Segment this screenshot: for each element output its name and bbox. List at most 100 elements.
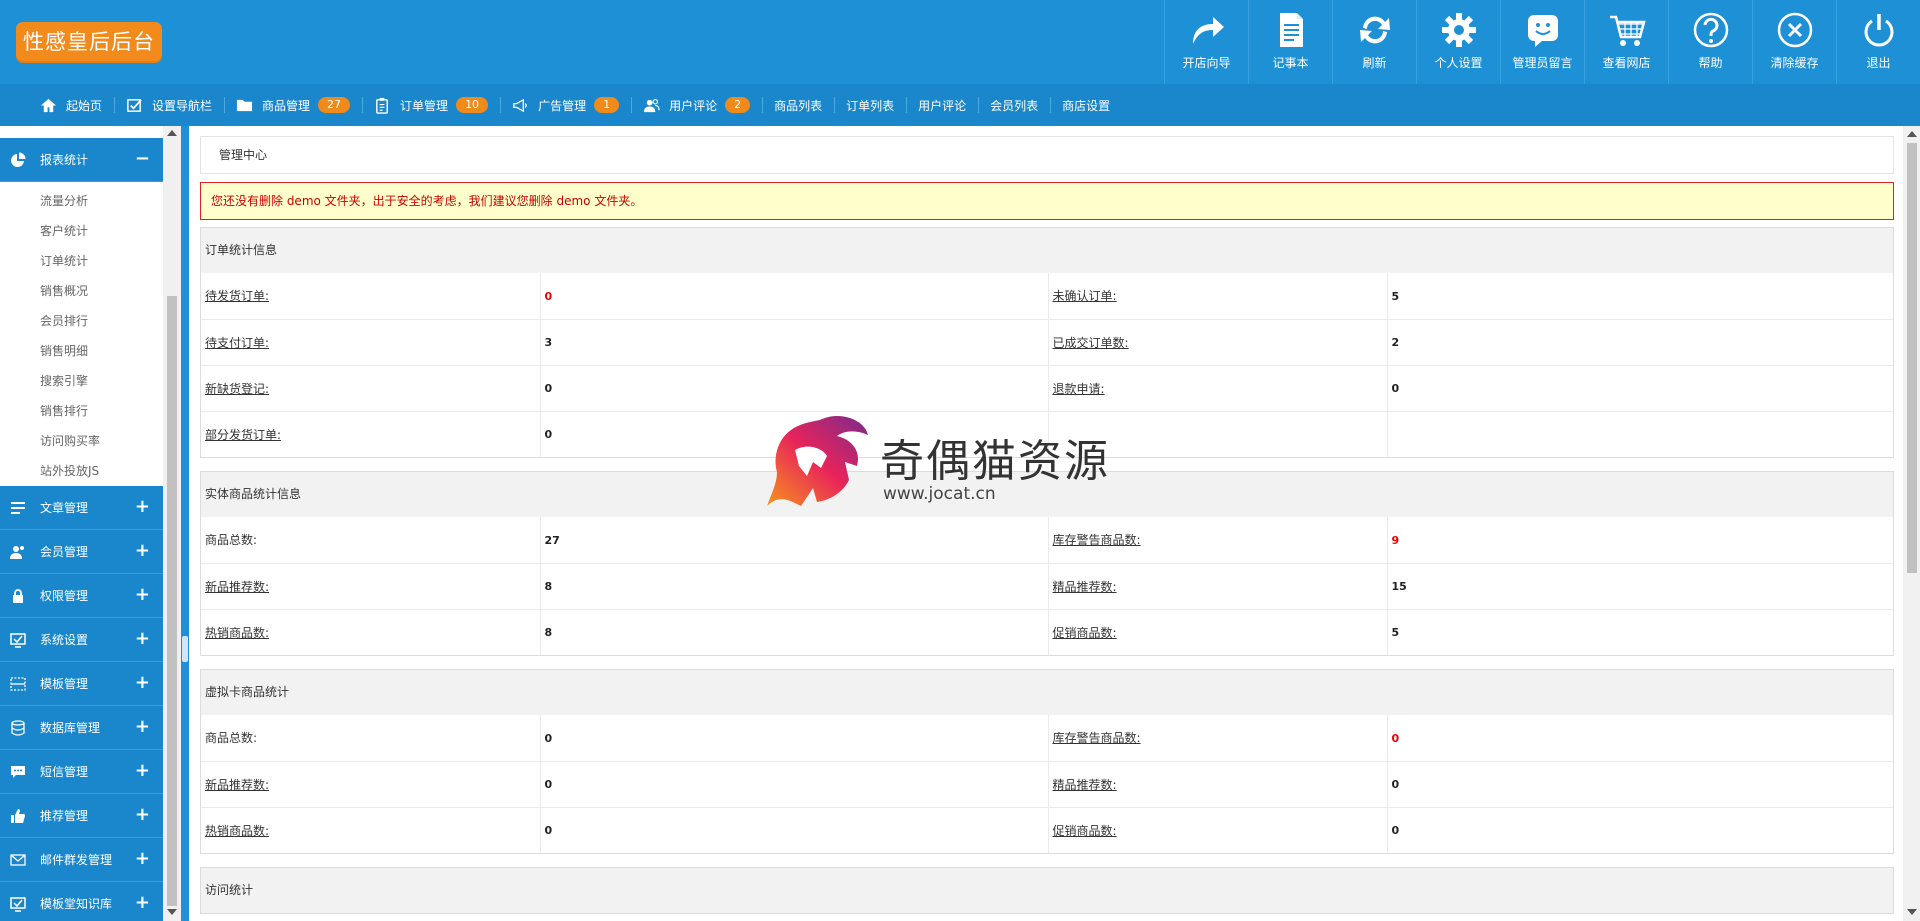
admin-message-label: 管理员留言 — [1512, 56, 1573, 70]
sidebar-section-articles[interactable]: 文章管理 + — [0, 486, 164, 530]
table-row: 热销商品数: 0 促销商品数: 0 — [201, 806, 1893, 853]
nav-set-navbar[interactable]: 设置导航栏 — [114, 84, 224, 126]
stat-link[interactable]: 促销商品数: — [1053, 626, 1117, 640]
nav-comments[interactable]: 用户评论 2 — [631, 84, 762, 126]
nav-link-goods-list[interactable]: 商品列表 — [762, 84, 834, 126]
stat-link[interactable]: 热销商品数: — [205, 626, 269, 640]
sidebar-splitter[interactable] — [181, 126, 189, 921]
expand-toggle[interactable]: + — [135, 805, 150, 825]
sidebar-sub-list: 流量分析 客户统计 订单统计 销售概况 会员排行 销售明细 搜索引擎 销售排行 … — [0, 182, 164, 486]
setup-wizard-button[interactable]: 开店向导 — [1164, 0, 1248, 84]
sidebar-item-visit-purchase-rate[interactable]: 访问购买率 — [0, 426, 164, 456]
main-scrollbar[interactable] — [1903, 126, 1920, 921]
sidebar-section-knowledge-base[interactable]: 模板堂知识库 + — [0, 882, 164, 921]
sidebar-section-recommend[interactable]: 推荐管理 + — [0, 794, 164, 838]
clear-cache-button[interactable]: 清除缓存 — [1752, 0, 1836, 84]
help-button[interactable]: 帮助 — [1668, 0, 1752, 84]
sidebar-section-sms-label: 短信管理 — [40, 765, 89, 779]
sidebar-scrollbar[interactable] — [163, 126, 181, 921]
notepad-button[interactable]: 记事本 — [1248, 0, 1332, 84]
main-scroll-thumb[interactable] — [1907, 143, 1917, 573]
stat-link[interactable]: 热销商品数: — [205, 824, 269, 838]
refresh-button[interactable]: 刷新 — [1332, 0, 1416, 84]
nav-link-member-list[interactable]: 会员列表 — [978, 84, 1050, 126]
stat-link[interactable]: 部分发货订单: — [205, 428, 281, 442]
stat-link[interactable]: 未确认订单: — [1053, 289, 1117, 303]
table-row: 待支付订单: 3 已成交订单数: 2 — [201, 318, 1893, 365]
nav-orders[interactable]: 订单管理 10 — [362, 84, 500, 126]
stat-link[interactable]: 促销商品数: — [1053, 824, 1117, 838]
sidebar-section-templates[interactable]: 模板管理 + — [0, 662, 164, 706]
sidebar-item-traffic-analysis[interactable]: 流量分析 — [0, 186, 164, 216]
sidebar-item-customer-stats[interactable]: 客户统计 — [0, 216, 164, 246]
sidebar-item-order-stats[interactable]: 订单统计 — [0, 246, 164, 276]
sidebar-section-sms[interactable]: 短信管理 + — [0, 750, 164, 794]
expand-toggle[interactable]: + — [135, 585, 150, 605]
sidebar-item-sales-detail[interactable]: 销售明细 — [0, 336, 164, 366]
app-logo[interactable]: 性感皇后后台 — [16, 22, 162, 63]
stat-label: 商品总数: — [205, 731, 258, 746]
stat-value: 5 — [1391, 626, 1400, 640]
stat-link[interactable]: 新品推荐数: — [205, 580, 269, 594]
setup-wizard-label: 开店向导 — [1182, 56, 1231, 70]
nav-link-store-settings[interactable]: 商店设置 — [1050, 84, 1122, 126]
stat-link[interactable]: 退款申请: — [1053, 382, 1105, 396]
stat-value: 15 — [1391, 580, 1407, 593]
expand-toggle[interactable]: + — [135, 849, 150, 869]
sidebar-item-sales-ranking[interactable]: 销售排行 — [0, 396, 164, 426]
expand-toggle[interactable]: + — [135, 761, 150, 781]
logout-button[interactable]: 退出 — [1836, 0, 1920, 84]
sidebar-item-search-engine[interactable]: 搜索引擎 — [0, 366, 164, 396]
splitter-grip[interactable] — [182, 636, 188, 662]
expand-toggle[interactable]: + — [135, 893, 150, 913]
expand-toggle[interactable]: + — [135, 673, 150, 693]
scroll-down-arrow[interactable] — [167, 909, 177, 915]
virtual-stats-table: 商品总数: 0 库存警告商品数: 0 新品推荐数: 0 精品推荐数: 0 热销商… — [201, 715, 1893, 853]
order-stats-panel: 订单统计信息 待发货订单: 0 未确认订单: 5 待支付订单: 3 已成交订单数… — [200, 227, 1894, 458]
collapse-toggle[interactable]: − — [135, 149, 150, 169]
sidebar-section-permissions[interactable]: 权限管理 + — [0, 574, 164, 618]
stat-link[interactable]: 精品推荐数: — [1053, 778, 1117, 792]
sidebar-item-external-js[interactable]: 站外投放JS — [0, 456, 164, 486]
stat-link[interactable]: 待支付订单: — [205, 336, 269, 350]
sidebar-item-member-ranking[interactable]: 会员排行 — [0, 306, 164, 336]
nav-ads[interactable]: 广告管理 1 — [500, 84, 631, 126]
sidebar-section-members[interactable]: 会员管理 + — [0, 530, 164, 574]
nav-bar: 起始页 设置导航栏 商品管理 27 订单管理 10 广告管理 1 用户评论 2 … — [0, 84, 1920, 126]
nav-goods[interactable]: 商品管理 27 — [224, 84, 362, 126]
expand-toggle[interactable]: + — [135, 497, 150, 517]
sidebar-item-sales-overview[interactable]: 销售概况 — [0, 276, 164, 306]
sidebar-section-mass-mail[interactable]: 邮件群发管理 + — [0, 838, 164, 882]
nav-home[interactable]: 起始页 — [28, 84, 114, 126]
stat-link[interactable]: 已成交订单数: — [1053, 336, 1129, 350]
table-row: 新品推荐数: 8 精品推荐数: 15 — [201, 562, 1893, 609]
expand-toggle[interactable]: + — [135, 541, 150, 561]
stat-link[interactable]: 库存警告商品数: — [1053, 731, 1141, 745]
scroll-up-arrow[interactable] — [1907, 131, 1917, 137]
sidebar-section-database[interactable]: 数据库管理 + — [0, 706, 164, 750]
stat-value: 0 — [544, 382, 553, 395]
panel-title: 订单统计信息 — [201, 228, 1893, 273]
admin-message-button[interactable]: 管理员留言 — [1500, 0, 1584, 84]
stat-link[interactable]: 待发货订单: — [205, 289, 269, 303]
nav-link-user-comments[interactable]: 用户评论 — [906, 84, 978, 126]
view-store-label: 查看网店 — [1602, 56, 1651, 70]
scroll-down-arrow[interactable] — [1907, 909, 1917, 915]
list-icon — [11, 501, 25, 514]
sidebar-section-system[interactable]: 系统设置 + — [0, 618, 164, 662]
stat-link[interactable]: 新品推荐数: — [205, 778, 269, 792]
personal-settings-button[interactable]: 个人设置 — [1416, 0, 1500, 84]
stat-link[interactable]: 库存警告商品数: — [1053, 533, 1141, 547]
stat-link[interactable]: 新缺货登记: — [205, 382, 269, 396]
thumbs-up-icon — [11, 808, 25, 823]
expand-toggle[interactable]: + — [135, 717, 150, 737]
view-store-button[interactable]: 查看网店 — [1584, 0, 1668, 84]
scroll-up-arrow[interactable] — [167, 130, 177, 136]
stat-link[interactable]: 精品推荐数: — [1053, 580, 1117, 594]
table-row: 商品总数: 27 库存警告商品数: 9 — [201, 517, 1893, 563]
expand-toggle[interactable]: + — [135, 629, 150, 649]
sidebar-section-reports[interactable]: 报表统计 − — [0, 138, 164, 182]
stat-value: 0 — [1391, 824, 1400, 838]
nav-link-order-list[interactable]: 订单列表 — [834, 84, 906, 126]
sidebar-scroll-thumb[interactable] — [167, 296, 177, 906]
